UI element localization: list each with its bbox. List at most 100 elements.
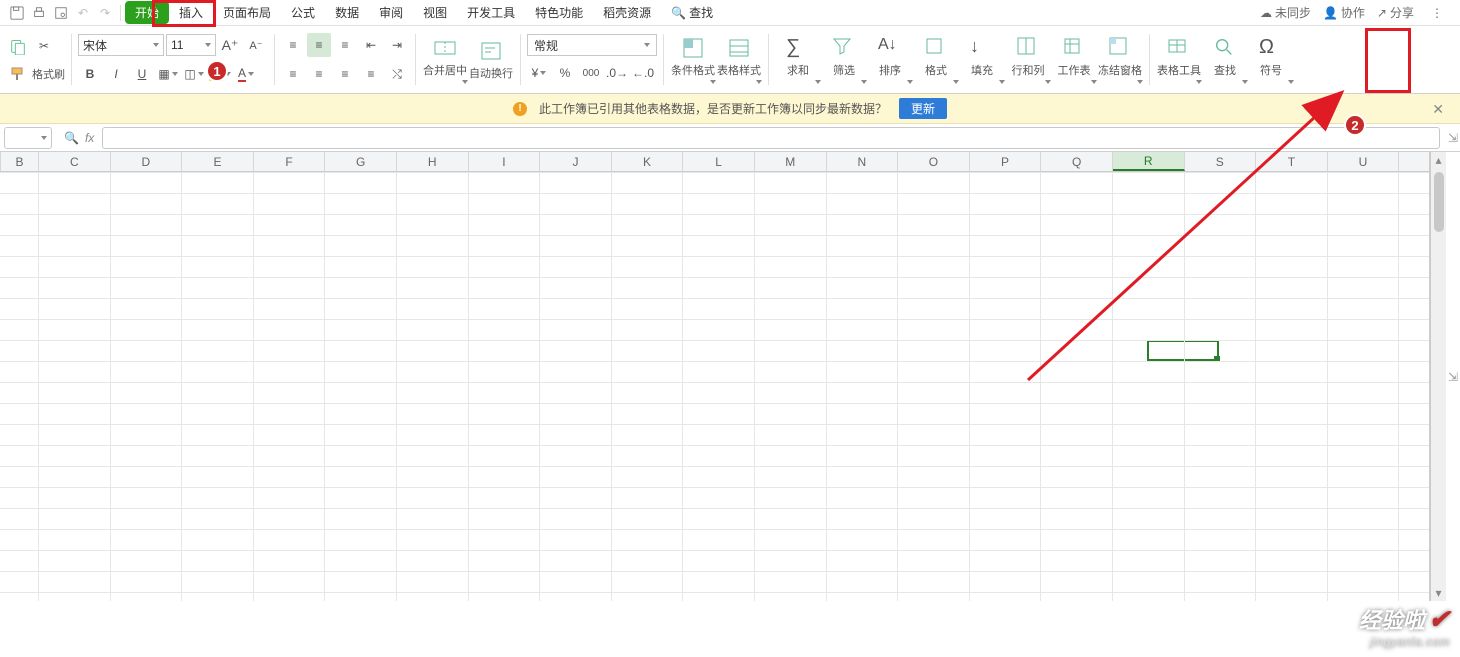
collab-button[interactable]: 👤 协作 — [1323, 4, 1365, 21]
save-icon[interactable] — [6, 2, 28, 24]
active-cell[interactable] — [1147, 340, 1219, 361]
decrease-decimal-icon[interactable]: ←.0 — [631, 61, 655, 85]
grid[interactable]: BCDEFGHIJKLMNOPQRSTU — [0, 152, 1430, 601]
scroll-up-icon[interactable]: ▴ — [1431, 152, 1446, 168]
column-header[interactable]: S — [1185, 152, 1257, 171]
fill-button[interactable]: ↓填充 — [959, 30, 1005, 90]
underline-button[interactable]: U — [130, 62, 154, 86]
column-header[interactable]: E — [182, 152, 254, 171]
worksheet-button[interactable]: 工作表 — [1051, 30, 1097, 90]
column-header[interactable]: U — [1328, 152, 1400, 171]
share-button[interactable]: ↗ 分享 — [1377, 4, 1414, 21]
tab-review[interactable]: 审阅 — [369, 1, 413, 24]
column-header[interactable]: D — [111, 152, 183, 171]
more-icon[interactable]: ⋮ — [1426, 2, 1448, 24]
tab-dev[interactable]: 开发工具 — [457, 1, 525, 24]
print-icon[interactable] — [28, 2, 50, 24]
sync-status[interactable]: ☁ 未同步 — [1260, 4, 1311, 21]
column-header[interactable]: P — [970, 152, 1042, 171]
format-painter-icon[interactable] — [6, 62, 30, 86]
tab-page-layout[interactable]: 页面布局 — [213, 1, 281, 24]
increase-decimal-icon[interactable]: .0→ — [605, 61, 629, 85]
side-panel-handle[interactable]: ⇲ — [1446, 152, 1460, 601]
font-name-combo[interactable]: 宋体 — [78, 34, 164, 56]
border-style-button[interactable]: ◫ — [182, 62, 206, 86]
table-style-button[interactable]: 表格样式 — [716, 30, 762, 90]
tab-formula[interactable]: 公式 — [281, 1, 325, 24]
column-header[interactable]: M — [755, 152, 827, 171]
font-size-combo[interactable]: 11 — [166, 34, 216, 56]
column-header[interactable]: G — [325, 152, 397, 171]
update-button[interactable]: 更新 — [899, 98, 947, 119]
redo-icon[interactable]: ↷ — [94, 2, 116, 24]
wrap-text-button[interactable]: 自动换行 — [468, 30, 514, 90]
preview-icon[interactable] — [50, 2, 72, 24]
column-header[interactable]: N — [827, 152, 899, 171]
tab-start[interactable]: 开始 — [125, 1, 169, 24]
expand-handle[interactable]: ⇲ — [1446, 131, 1460, 145]
merge-center-button[interactable]: 合并居中 — [422, 30, 468, 90]
orientation-icon[interactable]: ⤭ — [385, 62, 409, 86]
vertical-scrollbar[interactable]: ▴ ▾ — [1430, 152, 1446, 601]
align-right-icon[interactable]: ≡ — [333, 62, 357, 86]
rowcol-button[interactable]: 行和列 — [1005, 30, 1051, 90]
align-middle-icon[interactable]: ≡ — [307, 33, 331, 57]
column-header[interactable]: L — [683, 152, 755, 171]
currency-icon[interactable]: ¥ — [527, 61, 551, 85]
name-box[interactable] — [4, 127, 52, 149]
fill-color-button[interactable]: A — [208, 62, 232, 86]
fx-icon[interactable]: fx — [85, 131, 94, 145]
border-button[interactable]: ▦ — [156, 62, 180, 86]
formula-input[interactable] — [102, 127, 1440, 149]
align-left-icon[interactable]: ≡ — [281, 62, 305, 86]
zoom-icon[interactable]: 🔍 — [64, 131, 79, 145]
align-bottom-icon[interactable]: ≡ — [333, 33, 357, 57]
column-header[interactable]: F — [254, 152, 326, 171]
number-format-combo[interactable]: 常规 — [527, 34, 657, 56]
undo-icon[interactable]: ↶ — [72, 2, 94, 24]
tab-resource[interactable]: 稻壳资源 — [593, 1, 661, 24]
tab-feature[interactable]: 特色功能 — [525, 1, 593, 24]
column-header[interactable]: B — [1, 152, 39, 171]
column-header[interactable]: T — [1256, 152, 1328, 171]
italic-button[interactable]: I — [104, 62, 128, 86]
cells-area[interactable] — [0, 172, 1429, 601]
column-header[interactable]: J — [540, 152, 612, 171]
column-header[interactable]: O — [898, 152, 970, 171]
column-header[interactable]: I — [469, 152, 541, 171]
conditional-format-button[interactable]: 条件格式 — [670, 30, 716, 90]
column-header[interactable]: R — [1113, 152, 1185, 171]
format-button[interactable]: 格式 — [913, 30, 959, 90]
align-justify-icon[interactable]: ≡ — [359, 62, 383, 86]
indent-decrease-icon[interactable]: ⇤ — [359, 33, 383, 57]
column-header[interactable]: H — [397, 152, 469, 171]
indent-increase-icon[interactable]: ⇥ — [385, 33, 409, 57]
percent-icon[interactable]: % — [553, 61, 577, 85]
filter-button[interactable]: 筛选 — [821, 30, 867, 90]
column-header[interactable]: C — [39, 152, 111, 171]
bold-button[interactable]: B — [78, 62, 102, 86]
font-color-button[interactable]: A — [234, 62, 258, 86]
tab-data[interactable]: 数据 — [325, 1, 369, 24]
symbol-button[interactable]: Ω符号 — [1248, 30, 1294, 90]
column-header[interactable]: Q — [1041, 152, 1113, 171]
cut-icon[interactable]: ✂ — [32, 34, 56, 58]
scroll-down-icon[interactable]: ▾ — [1431, 585, 1446, 601]
paste-icon[interactable] — [6, 34, 30, 58]
comma-icon[interactable]: 000 — [579, 61, 603, 85]
column-header[interactable]: K — [612, 152, 684, 171]
tab-view[interactable]: 视图 — [413, 1, 457, 24]
increase-font-icon[interactable]: A⁺ — [218, 33, 242, 57]
align-center-icon[interactable]: ≡ — [307, 62, 331, 86]
align-top-icon[interactable]: ≡ — [281, 33, 305, 57]
tab-find[interactable]: 🔍 查找 — [661, 1, 723, 24]
close-icon[interactable]: ✕ — [1432, 101, 1444, 118]
freeze-panes-button[interactable]: 冻结窗格 — [1097, 30, 1143, 90]
find-button[interactable]: 查找 — [1202, 30, 1248, 90]
scroll-thumb[interactable] — [1434, 172, 1444, 232]
sum-button[interactable]: ∑求和 — [775, 30, 821, 90]
tab-insert[interactable]: 插入 — [169, 1, 213, 24]
table-tools-button[interactable]: 表格工具 — [1156, 30, 1202, 90]
sort-button[interactable]: A↓排序 — [867, 30, 913, 90]
decrease-font-icon[interactable]: A⁻ — [244, 33, 268, 57]
